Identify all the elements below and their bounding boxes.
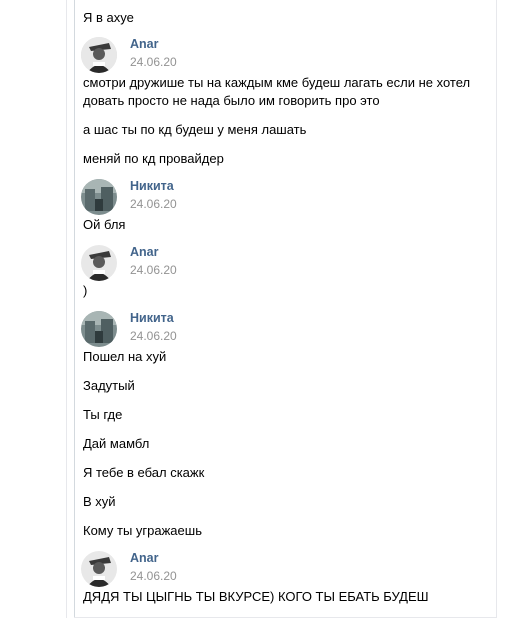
nikita-avatar[interactable] xyxy=(81,179,117,215)
message-date[interactable]: 24.06.20 xyxy=(130,54,177,70)
author-name[interactable]: Никита xyxy=(130,178,174,194)
message-header: Anar 24.06.20 xyxy=(81,36,493,73)
message-header: Никита 24.06.20 xyxy=(81,178,493,215)
message-text: Ты где xyxy=(83,407,123,422)
chat-window: Я в ахуе Anar 24.06.20 смотри дружише ты… xyxy=(0,0,506,618)
nikita-avatar[interactable] xyxy=(81,311,117,347)
message-text: Ой бля xyxy=(83,217,126,232)
message-group: Никита 24.06.20 Ой бля xyxy=(81,178,493,234)
anar-avatar[interactable] xyxy=(81,551,117,587)
author-name[interactable]: Anar xyxy=(130,36,158,52)
message-text: меняй по кд провайдер xyxy=(83,151,224,166)
message-text: Я тебе в ебал скажк xyxy=(83,465,205,480)
author-name[interactable]: Anar xyxy=(130,244,158,260)
message-text: Задутый xyxy=(83,378,135,393)
message-date[interactable]: 24.06.20 xyxy=(130,568,177,584)
anar-avatar[interactable] xyxy=(81,245,117,281)
message-text: В хуй xyxy=(83,494,116,509)
message-text: Кому ты угражаешь xyxy=(83,523,202,538)
left-divider-inner xyxy=(74,0,75,618)
message-group: Anar 24.06.20 ДЯДЯ ТЫ ЦЫГНЬ ТЫ ВКУРСЕ) К… xyxy=(81,550,493,606)
left-divider xyxy=(66,0,67,618)
message-date[interactable]: 24.06.20 xyxy=(130,196,177,212)
author-name[interactable]: Anar xyxy=(130,550,158,566)
message-header: Anar 24.06.20 xyxy=(81,244,493,281)
message-date[interactable]: 24.06.20 xyxy=(130,262,177,278)
right-divider xyxy=(496,0,497,618)
message-group: Никита 24.06.20 Пошел на хуй Задутый Ты … xyxy=(81,310,493,540)
message-header: Anar 24.06.20 xyxy=(81,550,493,587)
message-group: Anar 24.06.20 смотри дружише ты на кажды… xyxy=(81,36,493,168)
message-text: ДЯДЯ ТЫ ЦЫГНЬ ТЫ ВКУРСЕ) КОГО ТЫ ЕБАТЬ Б… xyxy=(83,589,429,604)
message-header: Никита 24.06.20 xyxy=(81,310,493,347)
message-text: ) xyxy=(83,283,88,298)
message-text: а шас ты по кд будеш у меня лашать xyxy=(83,122,307,137)
message-group: Anar 24.06.20 ) xyxy=(81,244,493,300)
message-text: смотри дружише ты на каждым кме будеш ла… xyxy=(83,75,471,108)
message-text: Дай мамбл xyxy=(83,436,150,451)
message-text: Пошел на хуй xyxy=(83,349,167,364)
author-name[interactable]: Никита xyxy=(130,310,174,326)
anar-avatar[interactable] xyxy=(81,37,117,73)
message-text: Я в ахуе xyxy=(83,10,134,25)
message-date[interactable]: 24.06.20 xyxy=(130,328,177,344)
